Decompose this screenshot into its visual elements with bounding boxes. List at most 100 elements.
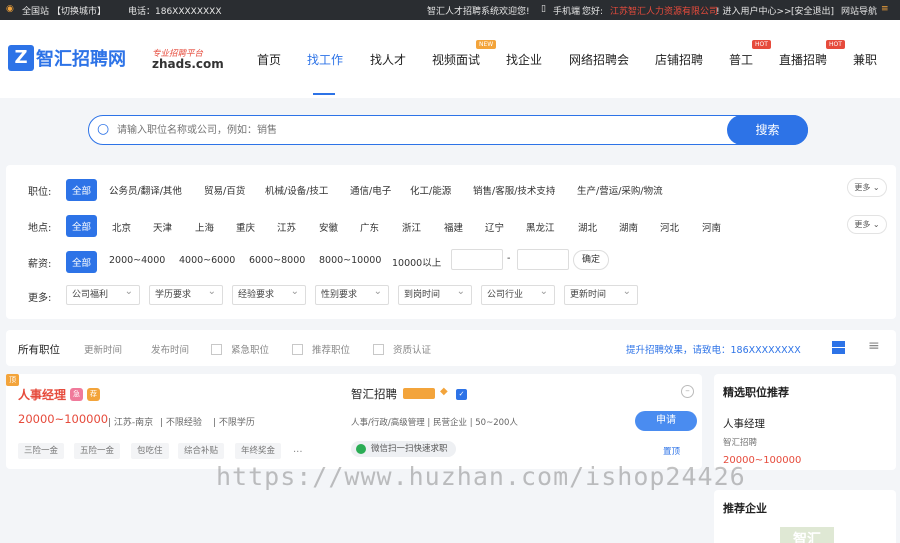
verified-icon: ✓ [456, 389, 467, 400]
search-button[interactable]: 搜索 [727, 115, 808, 145]
area-option[interactable]: 河北 [660, 220, 679, 234]
salary-option[interactable]: 6000~8000 [249, 255, 305, 266]
mobile-link[interactable]: 手机端 [553, 4, 580, 17]
urgent-label: 紧急职位 [231, 345, 270, 356]
tab-update-time[interactable]: 更新时间 [84, 342, 122, 356]
nav-general-worker[interactable]: 普工 [729, 51, 753, 68]
nav-store-recruit[interactable]: 店铺招聘 [655, 51, 703, 68]
job-more-button[interactable]: 更多 ⌄ [847, 178, 887, 197]
logout-link[interactable]: [安全退出] [791, 4, 834, 17]
nav-find-job[interactable]: 找工作 [307, 51, 343, 68]
salary-confirm-button[interactable]: 确定 [573, 250, 609, 270]
nav-find-talent[interactable]: 找人才 [370, 51, 406, 68]
job-option[interactable]: 销售/客服/技术支持 [473, 183, 555, 197]
area-option[interactable]: 福建 [444, 220, 463, 234]
area-option[interactable]: 湖北 [578, 220, 597, 234]
arrival-time-select[interactable]: 到岗时间 [398, 283, 472, 305]
job-salary: 20000~100000 [18, 412, 109, 426]
list-view-icon[interactable]: ≡ [868, 338, 880, 354]
salary-max-input[interactable] [517, 249, 569, 270]
salary-option[interactable]: 4000~6000 [179, 255, 235, 266]
area-option[interactable]: 江苏 [277, 220, 296, 234]
area-filter-label: 地点: [28, 223, 52, 234]
job-all-option[interactable]: 全部 [66, 179, 98, 201]
site-nav-link[interactable]: 网站导航 [841, 4, 877, 17]
hot-badge: HOT [826, 40, 845, 49]
menu-icon[interactable]: ≡ [881, 4, 889, 14]
area-option[interactable]: 天津 [153, 220, 172, 234]
job-option[interactable]: 公务员/翻译/其他 [109, 183, 182, 197]
area-option[interactable]: 广东 [360, 220, 379, 234]
user-center-link[interactable]: ! 进入用户中心>> [716, 4, 792, 17]
wechat-apply-link[interactable]: 微信扫一扫快速求职 [351, 441, 456, 457]
new-badge: NEW [476, 40, 497, 49]
company-logo[interactable]: 智汇 [780, 527, 834, 543]
area-option[interactable]: 重庆 [236, 220, 255, 234]
area-option[interactable]: 辽宁 [485, 220, 504, 234]
nav-home[interactable]: 首页 [257, 51, 281, 68]
more-label: 更多 [854, 220, 871, 229]
nav-active-indicator [313, 93, 335, 95]
job-option[interactable]: 贸易/百货 [204, 183, 245, 197]
nav-part-time[interactable]: 兼职 [853, 51, 877, 68]
salary-dash: - [507, 253, 511, 264]
logo-icon[interactable]: Z [8, 45, 34, 71]
grid-view-icon[interactable] [832, 341, 845, 354]
recommend-badge: 荐 [87, 388, 100, 401]
dislike-icon[interactable]: – [681, 385, 694, 398]
area-option[interactable]: 安徽 [319, 220, 338, 234]
gender-select[interactable]: 性别要求 [315, 283, 389, 305]
wechat-icon [356, 444, 366, 454]
salary-option[interactable]: 2000~4000 [109, 255, 165, 266]
job-option[interactable]: 生产/营运/采购/物流 [577, 183, 663, 197]
company-meta: 人事/行政/高级管理 | 民营企业 | 50~200人 [351, 418, 518, 428]
logo-text[interactable]: 智汇招聘网 [36, 45, 126, 71]
job-filter-label: 职位: [28, 187, 52, 198]
featured-jobs-title: 精选职位推荐 [723, 386, 789, 399]
recommend-checkbox[interactable]: 推荐职位 [292, 342, 350, 356]
area-option[interactable]: 河南 [702, 220, 721, 234]
job-option[interactable]: 化工/能源 [410, 183, 451, 197]
featured-job-title[interactable]: 人事经理 [723, 416, 765, 431]
area-more-button[interactable]: 更多 ⌄ [847, 215, 887, 234]
salary-min-input[interactable] [451, 249, 503, 270]
tab-all-jobs[interactable]: 所有职位 [18, 342, 60, 357]
industry-select[interactable]: 公司行业 [481, 283, 555, 305]
job-title[interactable]: 人事经理 [18, 386, 66, 403]
experience-select[interactable]: 经验要求 [232, 283, 306, 305]
salary-all-option[interactable]: 全部 [66, 251, 98, 273]
welfare-select[interactable]: 公司福利 [66, 283, 140, 305]
job-option[interactable]: 通信/电子 [350, 183, 391, 197]
header: Z 智汇招聘网 专业招聘平台 zhads.com 首页 找工作 找人才 视频面试… [0, 20, 900, 98]
salary-option[interactable]: 10000以上 [392, 255, 441, 269]
job-location-value: 江苏-南京 [113, 418, 154, 428]
urgent-checkbox[interactable]: 紧急职位 [211, 342, 269, 356]
apply-button[interactable]: 申请 [635, 411, 697, 431]
site-label: 全国站 [22, 7, 50, 17]
location-icon: ◉ [6, 4, 14, 14]
nav-online-fair[interactable]: 网络招聘会 [569, 51, 629, 68]
pin-top-link[interactable]: 置顶 [663, 445, 680, 457]
company-name[interactable]: 智汇招聘 [351, 386, 397, 402]
area-option[interactable]: 湖南 [619, 220, 638, 234]
search-input[interactable] [117, 120, 717, 140]
education-select[interactable]: 学历要求 [149, 283, 223, 305]
area-option[interactable]: 上海 [195, 220, 214, 234]
area-option[interactable]: 浙江 [402, 220, 421, 234]
nav-live-recruit[interactable]: 直播招聘 [779, 51, 827, 68]
phone-text: 电话：186XXXXXXXX [128, 7, 222, 17]
featured-job-company[interactable]: 智汇招聘 [723, 436, 757, 448]
company-link[interactable]: 江苏智汇人力资源有限公司 [610, 4, 718, 17]
nav-find-company[interactable]: 找企业 [506, 51, 542, 68]
verified-checkbox[interactable]: 资质认证 [373, 342, 431, 356]
switch-city-link[interactable]: 【切换城市】 [52, 4, 106, 17]
search-box: ○ [88, 115, 808, 145]
job-option[interactable]: 机械/设备/技工 [265, 183, 328, 197]
update-time-select[interactable]: 更新时间 [564, 283, 638, 305]
salary-option[interactable]: 8000~10000 [319, 255, 381, 266]
area-option[interactable]: 北京 [112, 220, 131, 234]
nav-video-interview[interactable]: 视频面试 [432, 51, 480, 68]
area-all-option[interactable]: 全部 [66, 215, 98, 237]
tab-publish-time[interactable]: 发布时间 [151, 342, 189, 356]
area-option[interactable]: 黑龙江 [526, 220, 555, 234]
